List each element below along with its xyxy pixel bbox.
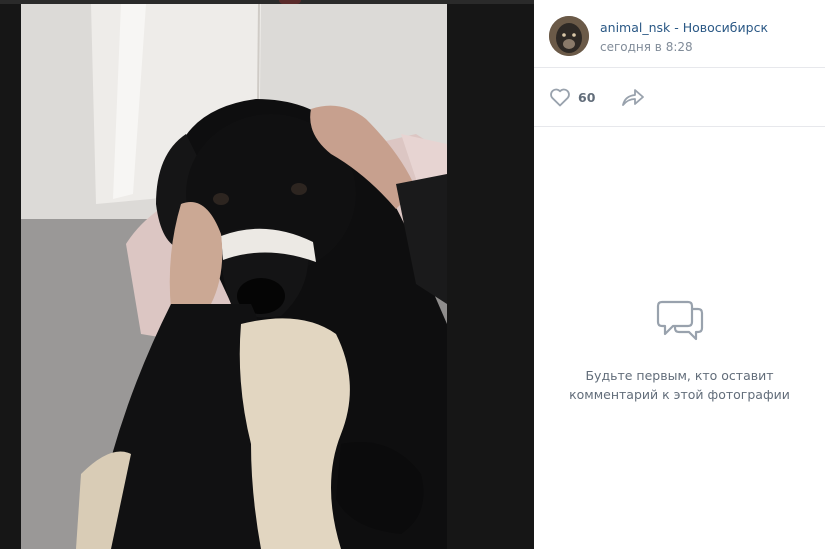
heart-icon [550, 88, 570, 107]
share-arrow-icon [622, 89, 644, 106]
photo[interactable] [21, 4, 447, 549]
avatar-image [549, 16, 589, 56]
empty-line-1: Будьте первым, кто оставит [585, 368, 774, 383]
post-time[interactable]: сегодня в 8:28 [600, 40, 693, 54]
photo-image [21, 4, 447, 549]
like-count: 60 [578, 89, 596, 105]
empty-line-2: комментарий к этой фотографии [569, 387, 790, 402]
share-button[interactable] [620, 85, 646, 109]
comments-empty-state: Будьте первым, кто оставит комментарий к… [534, 296, 825, 404]
post-actions: 60 [534, 68, 825, 127]
like-button[interactable]: 60 [548, 85, 595, 109]
author-name-link[interactable]: animal_nsk - Новосибирск [600, 20, 768, 35]
author-header: animal_nsk - Новосибирск сегодня в 8:28 [534, 0, 825, 68]
photo-viewer: animal_nsk - Новосибирск сегодня в 8:28 … [0, 0, 825, 549]
info-panel: animal_nsk - Новосибирск сегодня в 8:28 … [534, 0, 825, 549]
avatar[interactable] [549, 16, 589, 56]
comments-bubbles-icon [656, 300, 703, 341]
photo-area [0, 0, 534, 549]
comments-empty-text: Будьте первым, кто оставит комментарий к… [534, 366, 825, 404]
